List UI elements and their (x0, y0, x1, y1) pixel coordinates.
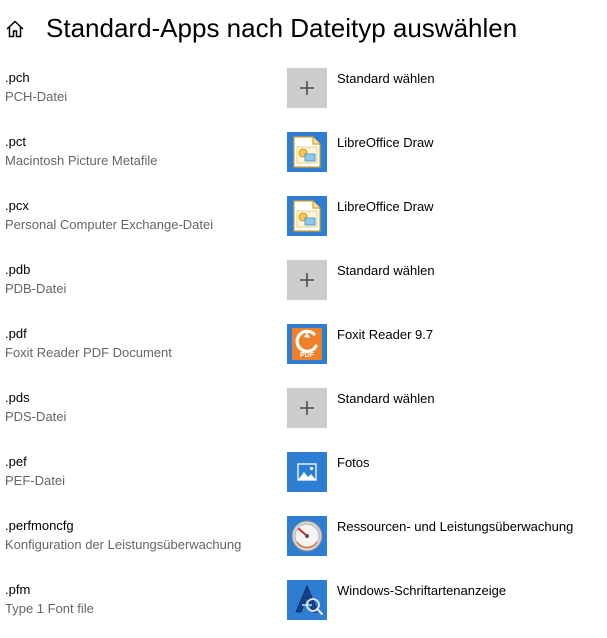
list-item: .pfm Type 1 Font file Windows-Schriftart… (0, 574, 607, 638)
default-app-button[interactable]: Ressourcen- und Leistungsüberwachung (287, 516, 605, 558)
choose-default-app-button[interactable]: Standard wählen (287, 260, 605, 302)
app-name: Standard wählen (337, 391, 435, 406)
app-name: Standard wählen (337, 71, 435, 86)
file-extension: .pds (5, 390, 30, 405)
plus-icon (287, 260, 327, 300)
app-name: Standard wählen (337, 263, 435, 278)
file-type-description: PDS-Datei (5, 409, 67, 424)
default-app-button[interactable]: Windows-Schriftartenanzeige (287, 580, 605, 622)
file-type-description: PEF-Datei (5, 473, 65, 488)
choose-default-app-button[interactable]: Standard wählen (287, 388, 605, 430)
plus-icon (287, 388, 327, 428)
page-header: Standard-Apps nach Dateityp auswählen (0, 0, 607, 60)
file-extension: .perfmoncfg (5, 518, 74, 533)
default-app-button[interactable]: LibreOffice Draw (287, 196, 605, 238)
list-item: .pds PDS-Datei Standard wählen (0, 382, 607, 446)
photos-icon (287, 452, 327, 492)
performance-monitor-icon (287, 516, 327, 556)
list-item: .pcx Personal Computer Exchange-Datei Li… (0, 190, 607, 254)
list-item: .pdf Foxit Reader PDF Document PDF Foxit… (0, 318, 607, 382)
file-extension: .pdb (5, 262, 31, 277)
list-item: .pct Macintosh Picture Metafile LibreOff… (0, 126, 607, 190)
default-app-button[interactable]: Fotos (287, 452, 605, 494)
libreoffice-draw-icon (287, 196, 327, 236)
file-type-description: Type 1 Font file (5, 601, 94, 616)
default-app-button[interactable]: LibreOffice Draw (287, 132, 605, 174)
file-extension: .pdf (5, 326, 27, 341)
font-viewer-icon (287, 580, 327, 620)
foxit-reader-icon: PDF (287, 324, 327, 364)
file-type-description: Konfiguration der Leistungsüberwachung (5, 537, 242, 552)
home-button[interactable] (4, 18, 26, 40)
app-name: Windows-Schriftartenanzeige (337, 583, 507, 598)
file-extension: .pcx (5, 198, 29, 213)
app-name: Foxit Reader 9.7 (337, 327, 434, 342)
page-title: Standard-Apps nach Dateityp auswählen (46, 13, 518, 43)
file-type-description: Macintosh Picture Metafile (5, 153, 158, 168)
file-type-description: PCH-Datei (5, 89, 68, 104)
list-item: .pch PCH-Datei Standard wählen (0, 62, 607, 126)
file-type-list: .pch PCH-Datei Standard wählen .pct Maci… (0, 62, 607, 638)
default-app-button[interactable]: PDF Foxit Reader 9.7 (287, 324, 605, 366)
file-extension: .pch (5, 70, 30, 85)
list-item: .perfmoncfg Konfiguration der Leistungsü… (0, 510, 607, 574)
file-extension: .pct (5, 134, 26, 149)
file-extension: .pfm (5, 582, 31, 597)
plus-icon (287, 68, 327, 108)
choose-default-app-button[interactable]: Standard wählen (287, 68, 605, 110)
app-name: Ressourcen- und Leistungsüberwachung (337, 519, 574, 534)
app-name: LibreOffice Draw (337, 199, 434, 214)
foxit-icon-label: PDF (300, 352, 315, 359)
libreoffice-draw-icon (287, 132, 327, 172)
app-name: LibreOffice Draw (337, 135, 434, 150)
file-extension: .pef (5, 454, 27, 469)
list-item: .pdb PDB-Datei Standard wählen (0, 254, 607, 318)
file-type-description: Personal Computer Exchange-Datei (5, 217, 214, 232)
app-name: Fotos (337, 455, 370, 470)
home-icon (6, 20, 24, 38)
file-type-description: Foxit Reader PDF Document (5, 345, 172, 360)
list-item: .pef PEF-Datei Fotos (0, 446, 607, 510)
file-type-description: PDB-Datei (5, 281, 67, 296)
